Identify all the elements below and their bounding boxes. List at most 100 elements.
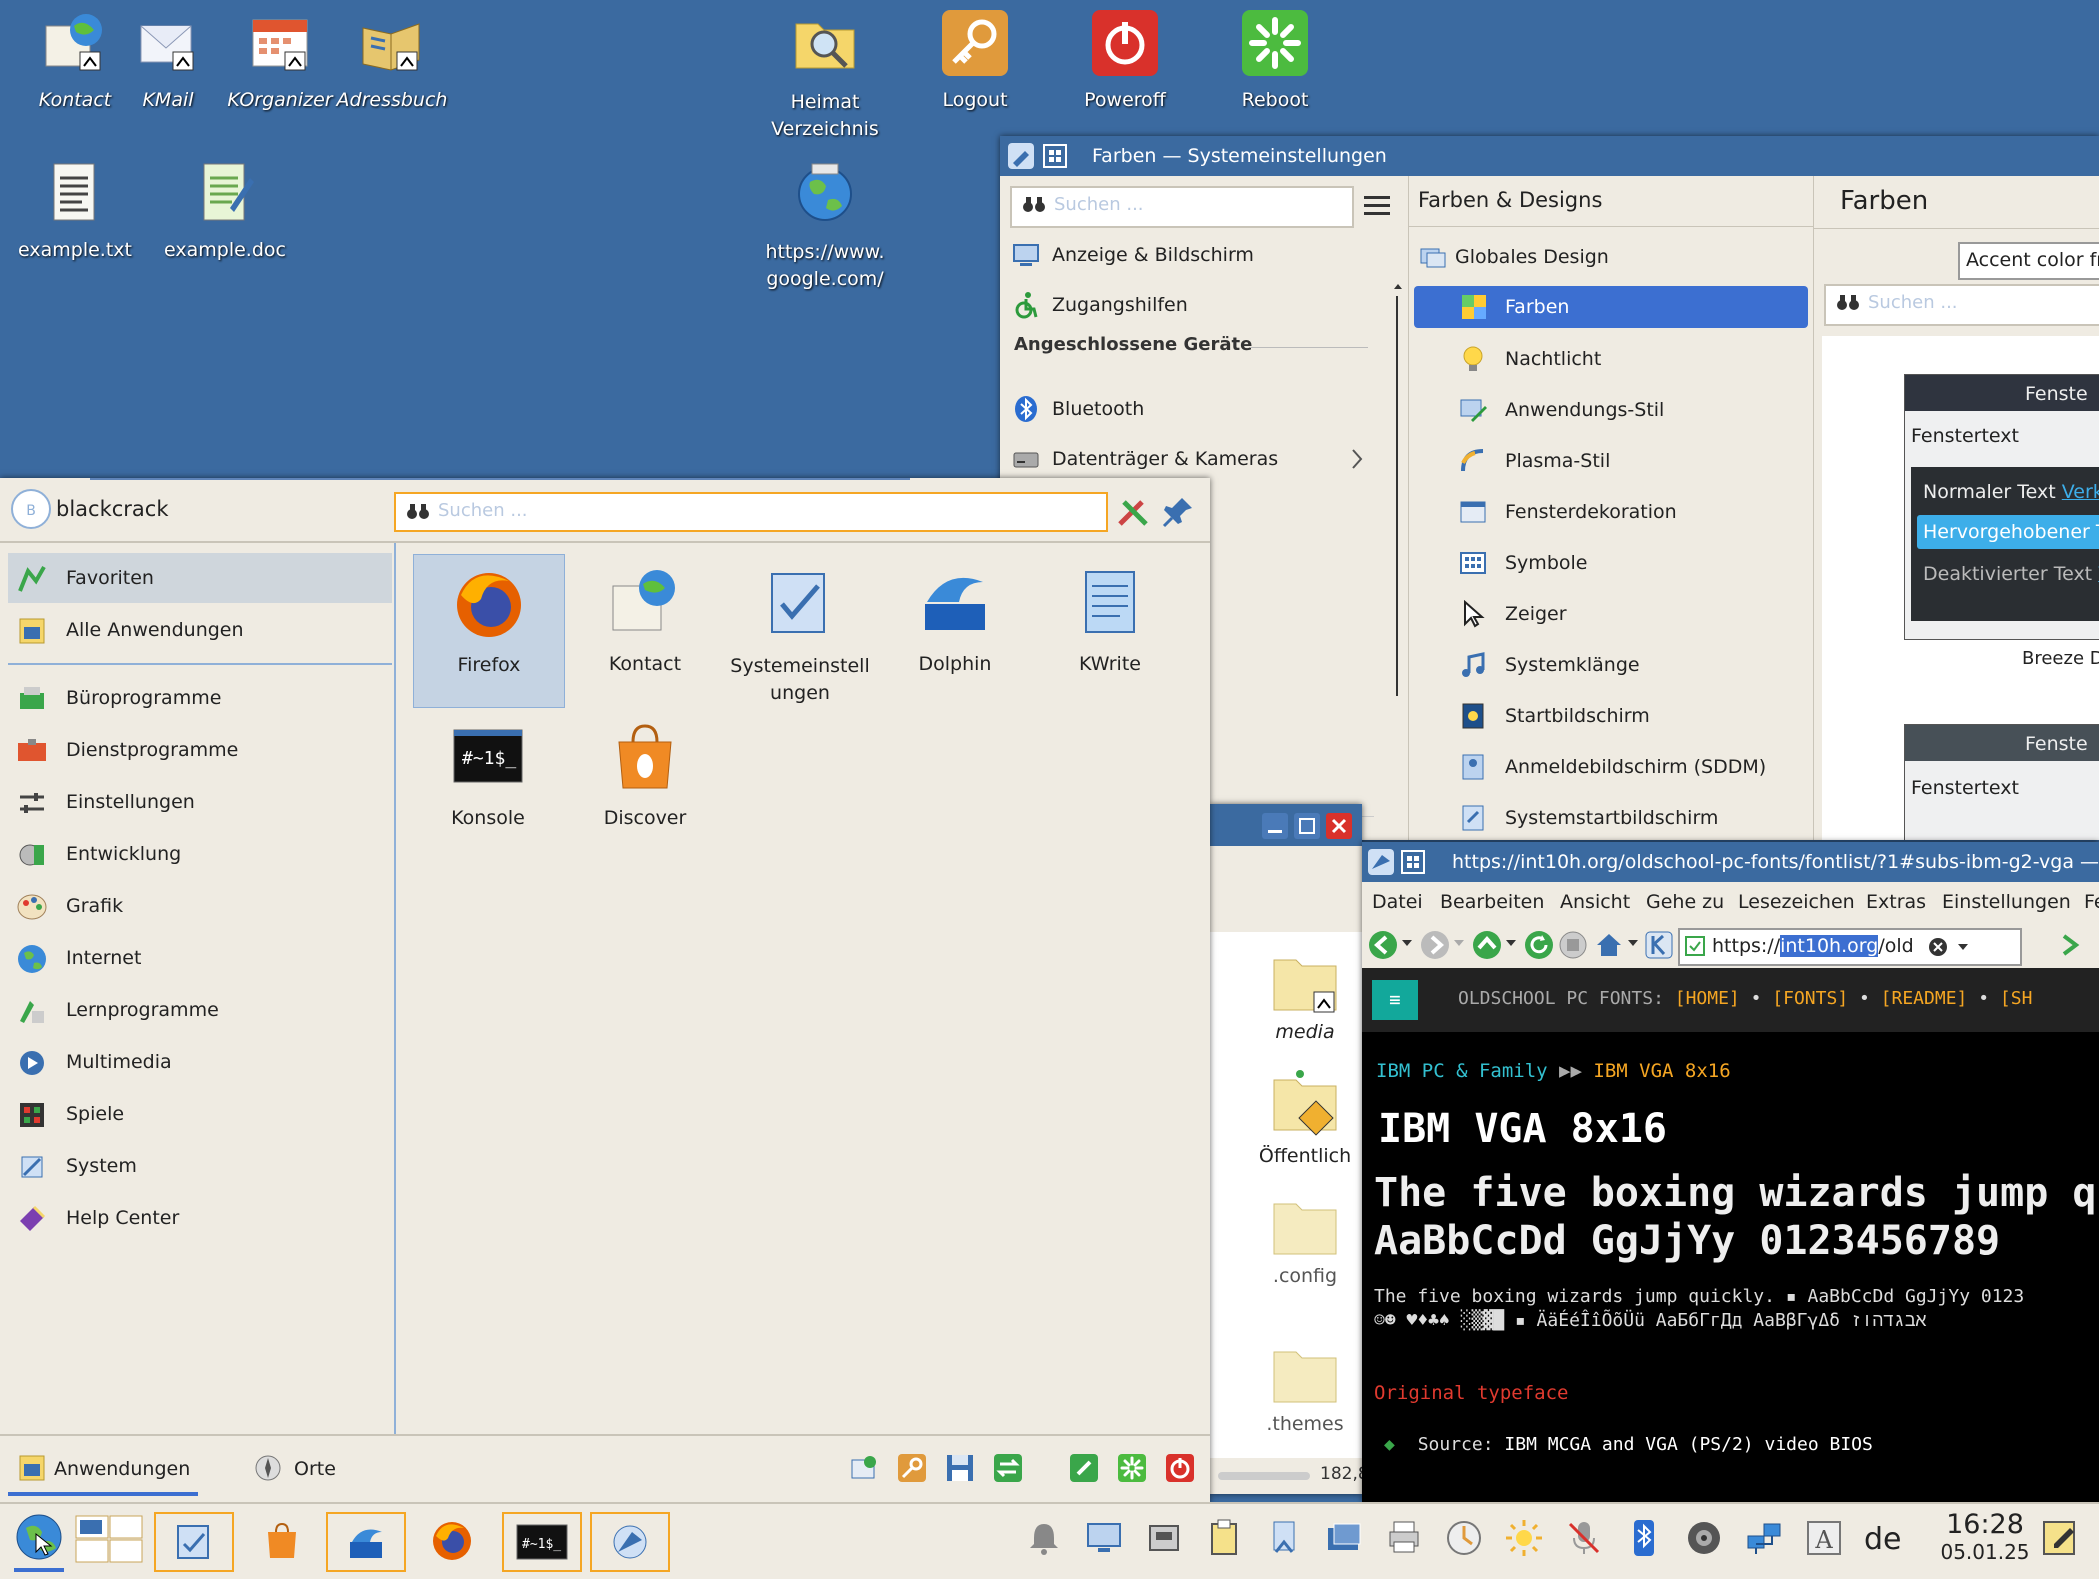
clipboard-icon[interactable] [1204,1518,1244,1558]
task-konqueror[interactable] [590,1512,670,1572]
lock-key-icon[interactable] [896,1452,928,1484]
app-firefox[interactable]: Firefox [413,554,565,708]
save-session-icon[interactable] [944,1452,976,1484]
go-icon[interactable] [2058,932,2084,958]
desktop-icon-google[interactable]: https://www. google.com/ [755,158,895,293]
category-item-systemstartbildschirm[interactable]: Systemstartbildschirm [1409,795,1813,840]
system-settings-tray-icon[interactable] [1264,1518,1304,1558]
browser-titlebar[interactable]: https://int10h.org/oldschool-pc-fonts/fo… [1362,842,2099,882]
category-item-zeiger[interactable]: Zeiger [1409,591,1813,637]
tab-orte[interactable]: Orte [250,1446,380,1490]
category-item-symbole[interactable]: Symbole [1409,540,1813,586]
desktop-icon-example-txt[interactable]: example.txt [5,158,145,261]
menu-gehe-zu[interactable]: Gehe zu [1646,891,1724,913]
file-item-themes[interactable]: .themes [1250,1342,1360,1435]
breadcrumb-link[interactable]: IBM PC & Family [1376,1060,1548,1082]
menu-datei[interactable]: Datei [1372,891,1423,913]
url-input[interactable]: https://int10h.org/old [1678,928,2022,966]
color-scheme-preview-breeze-dark[interactable]: Fenste Fenstertext Normaler Text Verkn H… [1904,374,2099,640]
desktop-icon-heimat[interactable]: Heimat Verzeichnis [755,8,895,143]
audio-volume-icon[interactable] [1684,1518,1724,1558]
task-konsole[interactable]: #~1$_ [502,1512,582,1572]
chevron-down-icon[interactable] [1626,936,1640,950]
notes-edit-icon[interactable] [2040,1518,2080,1558]
shutdown-icon[interactable] [1164,1452,1196,1484]
category-item-sddm[interactable]: Anmeldebildschirm (SDDM) [1409,744,1813,790]
task-systemeinstellungen[interactable] [154,1512,234,1572]
category-bueroprogramme[interactable]: Büroprogramme [8,673,392,723]
switch-user-icon[interactable] [848,1452,880,1484]
hamburger-menu-icon[interactable] [1362,192,1392,220]
up-icon[interactable] [1472,930,1502,960]
pager-icon[interactable] [74,1514,144,1564]
site-menu-icon[interactable]: ≡ [1372,980,1418,1020]
color-scheme-list[interactable]: Fenste Fenstertext Normaler Text Verkn H… [1822,336,2099,840]
notifications-bell-icon[interactable] [1024,1518,1064,1558]
sidebar-item-anzeige[interactable]: Anzeige & Bildschirm [1000,232,1408,278]
desktop-icon-poweroff[interactable]: Poweroff [1055,8,1195,111]
home-icon[interactable] [1594,930,1624,960]
category-item-farben[interactable]: Farben [1414,286,1808,328]
bluetooth-icon[interactable] [1624,1518,1664,1558]
category-item-globales-design[interactable]: Globales Design [1409,234,1813,280]
pin-icon[interactable] [1162,494,1196,528]
category-item-systemklaenge[interactable]: Systemklänge [1409,642,1813,688]
display-icon[interactable] [1084,1518,1124,1558]
desktop-icon-adressbuch[interactable]: Adressbuch [322,8,462,111]
category-lernprogramme[interactable]: Lernprogramme [8,985,392,1035]
category-favoriten[interactable]: Favoriten [8,553,392,603]
category-multimedia[interactable]: Multimedia [8,1037,392,1087]
application-launcher-button[interactable] [14,1512,64,1572]
settings-titlebar[interactable]: Farben — Systemeinstellungen [1000,136,2099,176]
category-item-nachtlicht[interactable]: Nachtlicht [1409,336,1813,382]
scrollbar-track[interactable] [1396,296,1398,696]
window-list-icon[interactable] [1324,1518,1364,1558]
settings-search-input[interactable]: Suchen ... [1010,186,1354,228]
chevron-down-icon[interactable] [1504,936,1518,950]
app-kwrite[interactable]: KWrite [1035,554,1185,675]
url-dropdown-icon[interactable] [1956,940,1970,954]
close-icon[interactable] [1326,813,1352,839]
category-item-startbildschirm[interactable]: Startbildschirm [1409,693,1813,739]
desktop-icon-logout[interactable]: Logout [905,8,1045,111]
desktop-icon-reboot[interactable]: Reboot [1205,8,1345,111]
colors-search-input[interactable]: Suchen ... [1824,284,2099,326]
microphone-muted-icon[interactable] [1564,1518,1604,1558]
tab-anwendungen[interactable]: Anwendungen [8,1446,198,1496]
category-item-plasma-stil[interactable]: Plasma-Stil [1409,438,1813,484]
scroll-up-icon[interactable] [1392,280,1404,292]
menu-lesezeichen[interactable]: Lesezeichen [1738,891,1855,913]
task-dolphin[interactable] [326,1512,406,1572]
app-discover[interactable]: Discover [570,708,720,829]
chevron-down-icon[interactable] [1400,936,1414,950]
suspend-icon[interactable] [1068,1452,1100,1484]
sidebar-item-bluetooth[interactable]: Bluetooth [1000,386,1408,432]
window-menu-icon[interactable] [1400,849,1426,875]
category-grafik[interactable]: Grafik [8,881,392,931]
konqueror-k-icon[interactable] [1644,930,1674,960]
device-notifier-icon[interactable] [1144,1518,1184,1558]
forward-icon[interactable] [1420,930,1450,960]
chevron-down-icon[interactable] [1452,936,1466,950]
task-discover[interactable] [244,1512,320,1568]
nav-fonts-link[interactable]: [FONTS] [1772,988,1848,1009]
power-management-icon[interactable] [1444,1518,1484,1558]
menu-ansicht[interactable]: Ansicht [1560,891,1630,913]
desktop-icon-example-doc[interactable]: example.doc [155,158,295,261]
menu-bearbeiten[interactable]: Bearbeiten [1440,891,1544,913]
category-internet[interactable]: Internet [8,933,392,983]
file-item-config[interactable]: .config [1250,1194,1360,1287]
sidebar-item-datentraeger[interactable]: Datenträger & Kameras [1000,436,1408,482]
switch-icon[interactable] [992,1452,1024,1484]
category-spiele[interactable]: Spiele [8,1089,392,1139]
category-entwicklung[interactable]: Entwicklung [8,829,392,879]
category-help-center[interactable]: Help Center [8,1193,392,1243]
category-einstellungen[interactable]: Einstellungen [8,777,392,827]
sidebar-item-zugangshilfen[interactable]: Zugangshilfen [1000,282,1408,328]
sidebar-scrollbar[interactable] [1392,280,1404,712]
file-item-media[interactable]: media [1250,950,1360,1043]
category-item-anwendungs-stil[interactable]: Anwendungs-Stil [1409,387,1813,433]
configure-icon[interactable] [1116,494,1150,528]
task-firefox[interactable] [414,1512,490,1568]
category-system[interactable]: System [8,1141,392,1191]
